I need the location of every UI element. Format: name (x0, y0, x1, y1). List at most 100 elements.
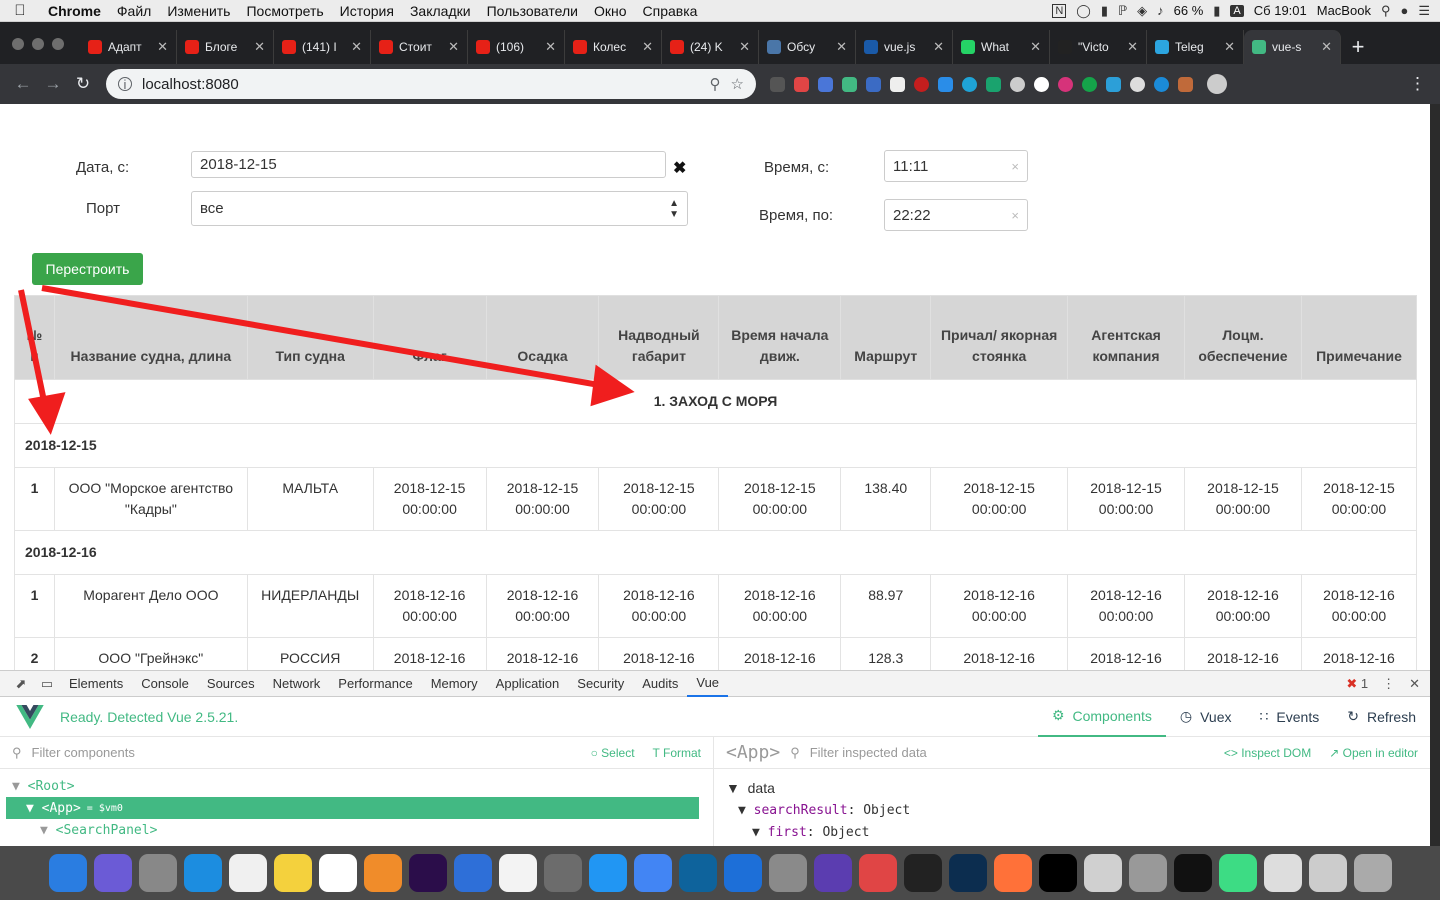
extension-2-icon[interactable] (794, 76, 809, 92)
vue-nav-components[interactable]: ⚙ Components (1037, 697, 1166, 737)
devtools-tab-vue[interactable]: Vue (687, 671, 729, 697)
extension-10-icon[interactable] (986, 76, 1001, 92)
dock-app-icon[interactable] (948, 854, 987, 892)
tab-close-icon[interactable]: ✕ (933, 39, 944, 55)
devtools-tab-performance[interactable]: Performance (329, 671, 421, 697)
battery-percent[interactable]: 66 % (1174, 3, 1204, 18)
extension-6-icon[interactable] (890, 76, 905, 92)
profile-avatar[interactable] (1207, 74, 1227, 94)
dock-app-icon[interactable] (1173, 854, 1212, 892)
devtools-tab-elements[interactable]: Elements (60, 671, 132, 697)
tree-node-app[interactable]: ▼ <App> = $vm0 (6, 797, 699, 819)
dock-app-icon[interactable] (723, 854, 762, 892)
dock-app-icon[interactable] (318, 854, 357, 892)
devtools-tab-memory[interactable]: Memory (422, 671, 487, 697)
browser-tab[interactable]: (106) ✕ (468, 30, 565, 64)
volume-icon[interactable]: ♪ (1157, 3, 1164, 18)
browser-tab[interactable]: Адапт ✕ (80, 30, 177, 64)
n-icon[interactable]: N (1052, 3, 1067, 18)
dock-app-icon[interactable] (453, 854, 492, 892)
devtools-tab-console[interactable]: Console (132, 671, 198, 697)
extension-13-icon[interactable] (1058, 76, 1073, 92)
dock-app-icon[interactable] (768, 854, 807, 892)
extension-17-icon[interactable] (1154, 76, 1169, 92)
dock-app-icon[interactable] (93, 854, 132, 892)
dock-app-icon[interactable] (858, 854, 897, 892)
extension-16-icon[interactable] (1130, 76, 1145, 92)
inspect-element-icon[interactable]: ⬈ (8, 676, 34, 692)
devtools-tab-audits[interactable]: Audits (633, 671, 687, 697)
data-row-first[interactable]: ▼ first: Object (726, 821, 1418, 843)
signal-icon[interactable]: ▮ (1101, 3, 1108, 19)
zoom-icon[interactable]: ⚲ (710, 75, 721, 93)
tree-node-searchpanel[interactable]: ▼ <SearchPanel> (0, 819, 713, 841)
filter-inspected-input[interactable]: Filter inspected data (810, 745, 1206, 760)
vue-nav-refresh[interactable]: ↻ Refresh (1333, 697, 1430, 737)
device-toolbar-icon[interactable]: ▭ (34, 676, 60, 692)
devtools-tab-sources[interactable]: Sources (198, 671, 264, 697)
devtools-tab-security[interactable]: Security (568, 671, 633, 697)
dock-app-icon[interactable] (1083, 854, 1122, 892)
tab-close-icon[interactable]: ✕ (254, 39, 265, 55)
forward-button[interactable]: → (38, 74, 68, 94)
close-window-button[interactable] (12, 38, 24, 50)
tab-close-icon[interactable]: ✕ (1127, 39, 1138, 55)
extension-12-icon[interactable] (1034, 76, 1049, 92)
dock-app-icon[interactable] (1263, 854, 1302, 892)
siri-icon[interactable]: ● (1400, 3, 1408, 18)
browser-tab[interactable]: "Victo ✕ (1050, 30, 1147, 64)
apple-menu-icon[interactable]:  (0, 2, 40, 19)
vue-nav-events[interactable]: ∷ Events (1246, 697, 1334, 737)
notification-center-icon[interactable]: ☰ (1418, 3, 1430, 19)
dock-app-icon[interactable] (48, 854, 87, 892)
menu-view[interactable]: Посмотреть (238, 3, 331, 19)
vue-nav-vuex[interactable]: ◷ Vuex (1166, 697, 1246, 737)
extension-18-icon[interactable] (1178, 76, 1193, 92)
dock-app-icon[interactable] (408, 854, 447, 892)
tab-close-icon[interactable]: ✕ (739, 39, 750, 55)
dock-app-icon[interactable] (678, 854, 717, 892)
dock-app-icon[interactable] (993, 854, 1032, 892)
port-select[interactable]: все ▲ ▼ (191, 191, 688, 226)
extension-11-icon[interactable] (1010, 76, 1025, 92)
browser-tab[interactable]: What ✕ (953, 30, 1050, 64)
dock-app-icon[interactable] (588, 854, 627, 892)
table-row[interactable]: 1 ООО "Морское агентство "Кадры" МАЛЬТА 201… (14, 467, 1418, 531)
inspect-dom-button[interactable]: <> Inspect DOM (1224, 746, 1311, 760)
extension-14-icon[interactable] (1082, 76, 1097, 92)
filter-components-input[interactable]: Filter components (32, 745, 573, 760)
tab-close-icon[interactable]: ✕ (1321, 39, 1332, 55)
tab-close-icon[interactable]: ✕ (1224, 39, 1235, 55)
dock-app-icon[interactable] (633, 854, 672, 892)
close-devtools-icon[interactable]: ✕ (1409, 676, 1420, 692)
dock-app-icon[interactable] (498, 854, 537, 892)
error-counter[interactable]: ✖ 1 (1346, 676, 1368, 692)
dock-app-icon[interactable] (1038, 854, 1077, 892)
clear-time-to-icon[interactable]: × (1011, 208, 1019, 223)
devtools-tab-network[interactable]: Network (264, 671, 330, 697)
dock-app-icon[interactable] (273, 854, 312, 892)
menu-edit[interactable]: Изменить (159, 3, 238, 19)
new-tab-button[interactable]: + (1341, 30, 1375, 64)
browser-tab[interactable]: (24) K ✕ (662, 30, 759, 64)
clear-date-icon[interactable]: ✖ (673, 158, 686, 178)
battery-icon[interactable]: ▮ (1213, 3, 1220, 19)
data-row-searchresult[interactable]: ▼ searchResult: Object (726, 799, 1418, 821)
vue-devtools-extension-icon[interactable] (842, 76, 857, 92)
browser-tab[interactable]: Блоге ✕ (177, 30, 274, 64)
dock-app-icon[interactable] (1128, 854, 1167, 892)
menu-window[interactable]: Окно (586, 3, 635, 19)
tab-close-icon[interactable]: ✕ (351, 39, 362, 55)
tree-node-root[interactable]: ▼ <Root> (0, 775, 713, 797)
date-from-input[interactable]: 2018-12-15 (191, 151, 666, 178)
extension-9-icon[interactable] (962, 76, 977, 92)
extension-3-icon[interactable] (818, 76, 833, 92)
input-source-icon[interactable]: A (1230, 4, 1244, 17)
extension-7-icon[interactable] (914, 76, 929, 92)
dock-app-icon[interactable] (1308, 854, 1347, 892)
browser-tab[interactable]: vue-s ✕ (1244, 30, 1341, 64)
address-bar[interactable]: i localhost:8080 ⚲ ☆ (106, 69, 756, 99)
dock-app-icon[interactable] (228, 854, 267, 892)
tab-close-icon[interactable]: ✕ (1030, 39, 1041, 55)
clear-time-from-icon[interactable]: × (1011, 159, 1019, 174)
